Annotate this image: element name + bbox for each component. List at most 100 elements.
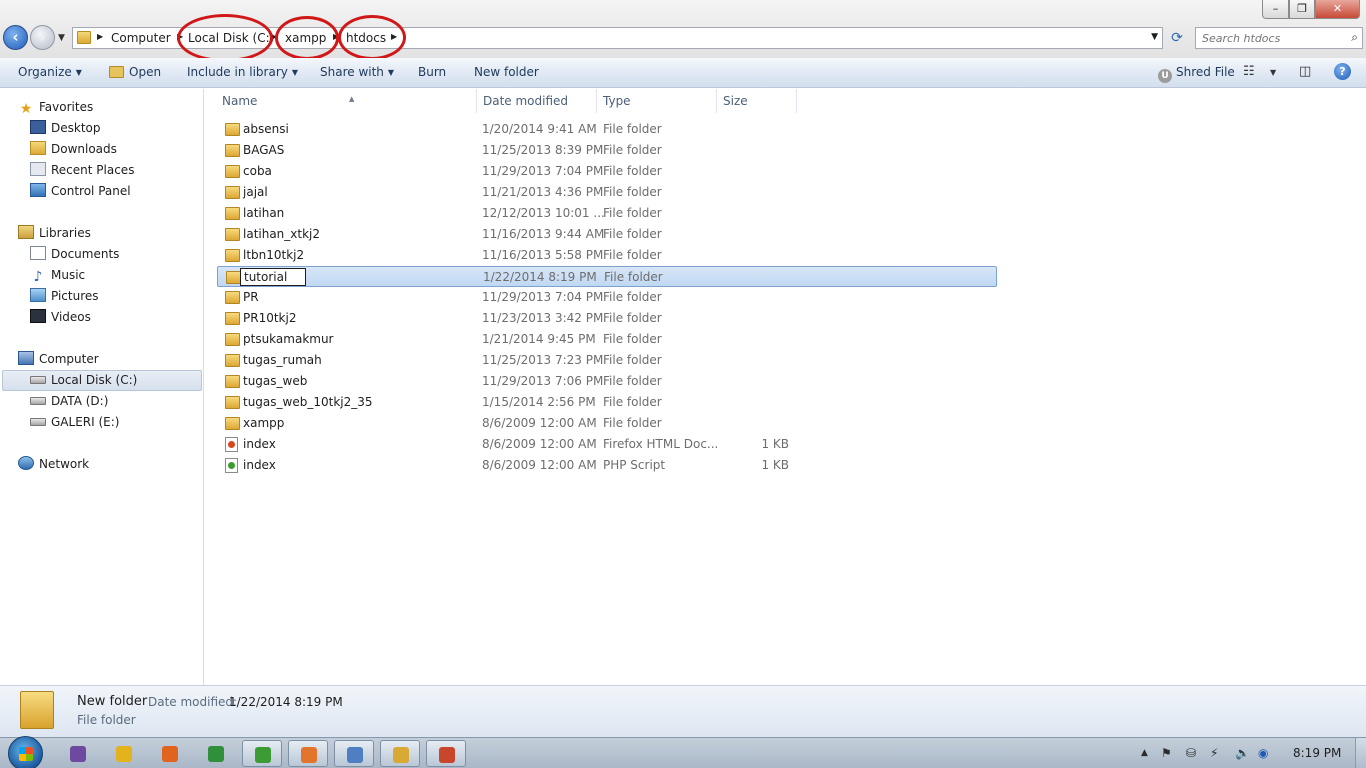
column-header-size[interactable]: Size — [711, 89, 797, 113]
file-row[interactable]: latihan 12/12/2013 10:01 ... File folder — [217, 203, 997, 224]
clock[interactable]: 8:19 PM — [1293, 746, 1341, 760]
taskbar-app-button[interactable] — [150, 740, 190, 767]
nav-item-local-disk[interactable]: Local Disk (C:) — [30, 370, 137, 390]
nav-item-pictures[interactable]: Pictures — [30, 286, 99, 306]
rename-input[interactable] — [240, 268, 306, 286]
action-center-icon[interactable]: ⚑ — [1161, 746, 1172, 760]
file-row[interactable]: index 8/6/2009 12:00 AM Firefox HTML Doc..… — [217, 434, 997, 455]
taskbar-app-button[interactable] — [380, 740, 420, 767]
file-row[interactable]: PR10tkj2 11/23/2013 3:42 PM File folder — [217, 308, 997, 329]
file-row[interactable]: absensi 1/20/2014 9:41 AM File folder — [217, 119, 997, 140]
file-row[interactable]: index 8/6/2009 12:00 AM PHP Script 1 KB — [217, 455, 997, 476]
nav-item-documents[interactable]: Documents — [30, 244, 119, 264]
breadcrumb-computer[interactable]: Computer — [111, 31, 171, 45]
show-desktop-button[interactable] — [1355, 738, 1366, 768]
file-row[interactable]: coba 11/29/2013 7:04 PM File folder — [217, 161, 997, 182]
preview-pane-icon[interactable]: ◫ — [1299, 64, 1311, 79]
taskbar-app-button[interactable] — [196, 740, 236, 767]
nav-network[interactable]: Network — [18, 454, 89, 474]
breadcrumb-separator-icon[interactable]: ▶ — [391, 32, 397, 41]
breadcrumb-separator-icon[interactable]: ▶ — [271, 32, 277, 41]
file-name: latihan — [243, 206, 285, 220]
nav-item-downloads[interactable]: Downloads — [30, 139, 117, 159]
file-name: jajal — [243, 185, 268, 199]
file-name: PR10tkj2 — [243, 311, 297, 325]
file-row[interactable]: tugas_web_10tkj2_35 1/15/2014 2:56 PM File… — [217, 392, 997, 413]
recent-pages-dropdown-icon[interactable]: ▼ — [58, 33, 65, 43]
search-box[interactable]: ⌕ — [1195, 27, 1363, 49]
taskbar-app-button[interactable] — [288, 740, 328, 767]
column-header-type[interactable]: Type — [591, 89, 717, 113]
address-dropdown-icon[interactable]: ▼ — [1151, 32, 1158, 42]
share-with-button[interactable]: Share with ▼ — [320, 65, 394, 79]
taskbar-app-button[interactable] — [426, 740, 466, 767]
refresh-icon[interactable]: ⟳ — [1167, 28, 1187, 48]
breadcrumb-separator-icon[interactable]: ▶ — [97, 32, 103, 41]
taskbar-app-button[interactable] — [334, 740, 374, 767]
breadcrumb-xampp[interactable]: xampp — [285, 31, 326, 45]
nav-item-data-drive[interactable]: DATA (D:) — [30, 391, 108, 411]
back-button[interactable]: ‹ — [3, 25, 28, 50]
nav-item-galeri-drive[interactable]: GALERI (E:) — [30, 412, 119, 432]
breadcrumb-separator-icon[interactable]: ▶ — [333, 32, 339, 41]
view-options-icon[interactable]: ☷ — [1243, 64, 1255, 79]
file-row[interactable]: 1/22/2014 8:19 PM File folder — [217, 266, 997, 287]
search-icon[interactable]: ⌕ — [1351, 30, 1358, 45]
new-folder-button[interactable]: New folder — [474, 65, 539, 79]
nav-item-desktop[interactable]: Desktop — [30, 118, 101, 138]
file-type: File folder — [603, 353, 662, 367]
organize-button[interactable]: Organize ▼ — [18, 65, 82, 79]
file-row[interactable]: ltbn10tkj2 11/16/2013 5:58 PM File folder — [217, 245, 997, 266]
file-row[interactable]: PR 11/29/2013 7:04 PM File folder — [217, 287, 997, 308]
forward-button[interactable]: › — [30, 25, 55, 50]
file-row[interactable]: tugas_rumah 11/25/2013 7:23 PM File folder — [217, 350, 997, 371]
minimize-button[interactable]: – — [1262, 0, 1289, 19]
close-button[interactable]: ✕ — [1315, 0, 1360, 19]
power-icon[interactable]: ⚡ — [1210, 746, 1218, 760]
file-row[interactable]: jajal 11/21/2013 4:36 PM File folder — [217, 182, 997, 203]
file-type: File folder — [603, 395, 662, 409]
show-hidden-icons-icon[interactable]: ▲ — [1141, 748, 1148, 758]
file-row[interactable]: BAGAS 11/25/2013 8:39 PM File folder — [217, 140, 997, 161]
safely-remove-hardware-icon[interactable]: ⛁ — [1186, 746, 1196, 760]
file-type: File folder — [603, 332, 662, 346]
nav-libraries[interactable]: Libraries — [18, 223, 91, 243]
search-input[interactable] — [1202, 30, 1342, 46]
address-bar[interactable]: ▶ Computer ▶ Local Disk (C:) ▶ xampp ▶ h… — [72, 27, 1163, 49]
nav-item-control-panel[interactable]: Control Panel — [30, 181, 131, 201]
network-status-icon[interactable]: ◉ — [1258, 746, 1268, 760]
open-button[interactable]: Open — [109, 65, 161, 79]
column-header-date[interactable]: Date modified — [471, 89, 597, 113]
start-button[interactable] — [8, 736, 43, 768]
column-header-name[interactable]: Name ▲ — [210, 89, 477, 113]
burn-button[interactable]: Burn — [418, 65, 446, 79]
include-in-library-button[interactable]: Include in library ▼ — [187, 65, 298, 79]
breadcrumb-htdocs[interactable]: htdocs — [346, 31, 386, 45]
taskbar-app-button[interactable] — [242, 740, 282, 767]
file-date: 12/12/2013 10:01 ... — [482, 206, 605, 220]
nav-label: GALERI (E:) — [51, 415, 120, 429]
nav-label: Music — [51, 268, 86, 282]
pictures-icon — [30, 288, 46, 302]
nav-favorites[interactable]: ★ Favorites — [18, 97, 94, 117]
file-row[interactable]: xampp 8/6/2009 12:00 AM File folder — [217, 413, 997, 434]
maximize-button[interactable]: ❐ — [1289, 0, 1315, 19]
file-row[interactable]: ptsukamakmur 1/21/2014 9:45 PM File folder — [217, 329, 997, 350]
file-row[interactable]: latihan_xtkj2 11/16/2013 9:44 AM File fold… — [217, 224, 997, 245]
volume-icon[interactable]: 🔈 — [1235, 746, 1250, 760]
taskbar-app-button[interactable] — [58, 740, 98, 767]
breadcrumb-local-disk[interactable]: Local Disk (C:) — [188, 31, 274, 45]
help-icon[interactable]: ? — [1334, 63, 1351, 80]
file-date: 11/16/2013 9:44 AM — [482, 227, 605, 241]
nav-label: Control Panel — [51, 184, 131, 198]
file-row[interactable]: tugas_web 11/29/2013 7:06 PM File folder — [217, 371, 997, 392]
nav-computer[interactable]: Computer — [18, 349, 99, 369]
taskbar-app-button[interactable] — [104, 740, 144, 767]
nav-item-music[interactable]: ♪ Music — [30, 265, 86, 285]
shred-file-button[interactable]: U Shred File — [1158, 65, 1235, 83]
nav-item-videos[interactable]: Videos — [30, 307, 91, 327]
chevron-down-icon[interactable]: ▼ — [1270, 68, 1276, 77]
navigation-pane: ★ Favorites Desktop Downloads Recent Plac… — [0, 89, 204, 685]
nav-item-recent-places[interactable]: Recent Places — [30, 160, 134, 180]
breadcrumb-separator-icon[interactable]: ▶ — [177, 32, 183, 41]
